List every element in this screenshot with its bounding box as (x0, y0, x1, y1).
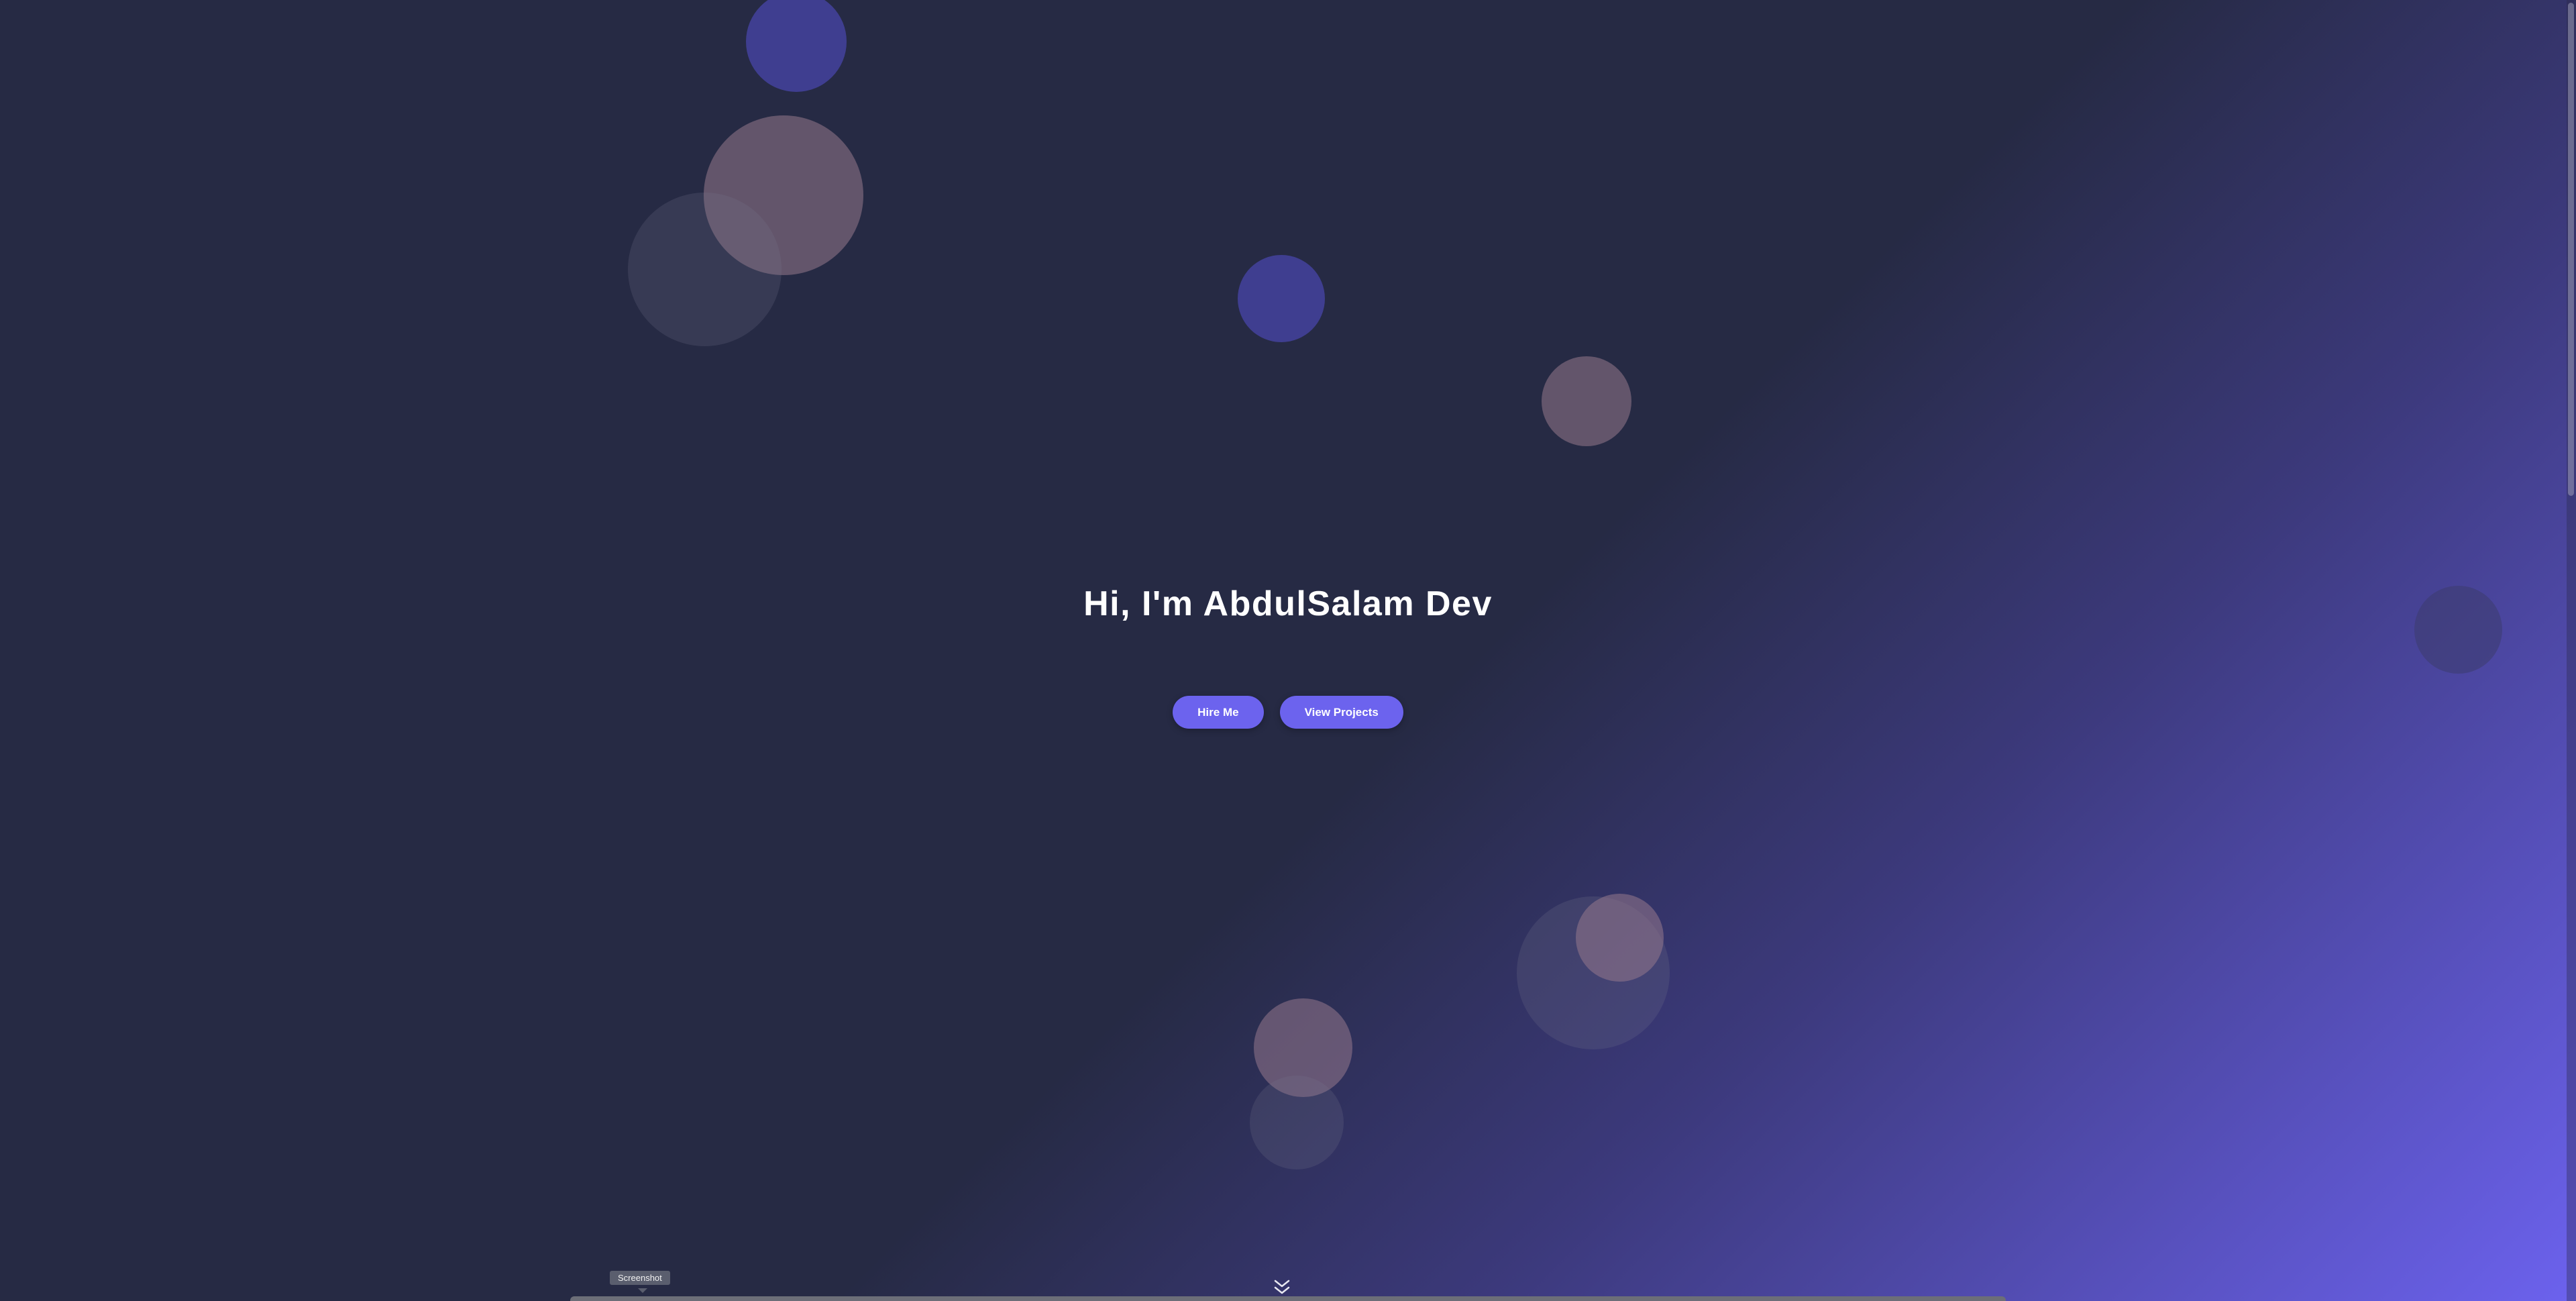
floating-bubble (1238, 255, 1325, 342)
view-projects-button[interactable]: View Projects (1279, 696, 1403, 729)
floating-bubble (1250, 1076, 1344, 1169)
page-scrollbar-thumb[interactable] (2568, 3, 2574, 496)
floating-bubble (746, 0, 847, 92)
cta-button-row: Hire Me View Projects (0, 696, 2576, 729)
hero-section: Hi, I'm AbdulSalam Dev Hire Me View Proj… (0, 0, 2576, 1301)
hire-me-button[interactable]: Hire Me (1173, 696, 1264, 729)
dock-edge (570, 1296, 2006, 1301)
tooltip-arrow (638, 1288, 647, 1293)
double-chevron-down-icon[interactable] (1272, 1279, 1292, 1296)
floating-bubble (1576, 894, 1664, 982)
floating-bubble (1542, 356, 1631, 446)
screenshot-tooltip: Screenshot (610, 1271, 670, 1285)
hero-headline: Hi, I'm AbdulSalam Dev (1083, 584, 1493, 623)
floating-bubble (628, 193, 782, 346)
